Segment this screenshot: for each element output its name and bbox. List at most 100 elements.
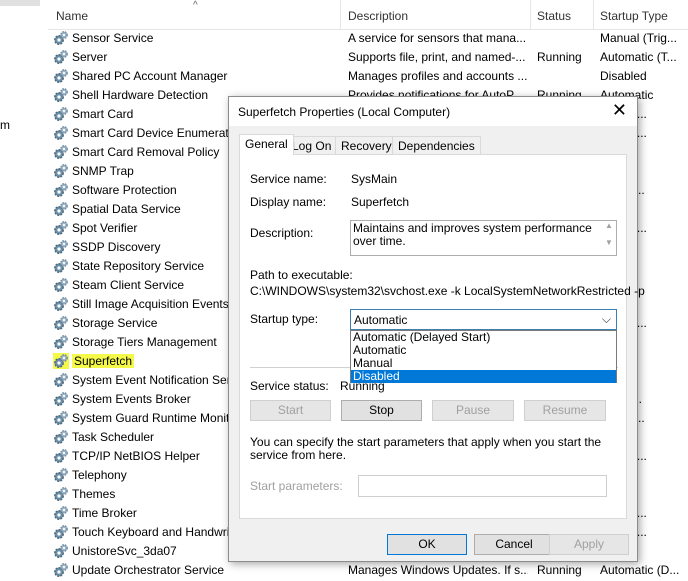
service-name-label: Service name:: [250, 172, 327, 186]
service-name: System Guard Runtime Monit: [72, 411, 230, 425]
gear-icon: [53, 562, 69, 578]
gear-icon: [53, 182, 69, 198]
service-name: Server: [72, 50, 108, 64]
gear-icon: [53, 334, 69, 350]
service-name: Still Image Acquisition Events: [72, 297, 229, 311]
service-name: System Event Notification Ser: [72, 373, 231, 387]
gear-icon: [53, 524, 69, 540]
ok-button[interactable]: OK: [387, 534, 467, 555]
gear-icon: [53, 277, 69, 293]
service-name: SSDP Discovery: [72, 240, 161, 254]
description-label: Description:: [250, 226, 314, 240]
table-row[interactable]: Update Orchestrator Service Manages Windo…: [48, 560, 688, 579]
gear-icon: [53, 372, 69, 388]
description-scrollbar[interactable]: ▲ ▼: [602, 221, 616, 255]
gear-icon: [53, 30, 69, 46]
service-name: Telephony: [72, 468, 127, 482]
service-startup: Manual (Trig...: [600, 31, 677, 45]
gear-icon: [53, 543, 69, 559]
service-description: Manages Windows Updates. If s...: [348, 563, 528, 577]
tab-dependencies[interactable]: Dependencies: [392, 136, 481, 154]
service-name: Shared PC Account Manager: [72, 69, 228, 83]
gear-icon: [53, 87, 69, 103]
service-name: Storage Service: [72, 316, 158, 330]
service-name: Steam Client Service: [72, 278, 185, 292]
gear-icon: [53, 391, 69, 407]
gear-icon: [53, 144, 69, 160]
pause-button[interactable]: Pause: [432, 400, 514, 421]
gear-icon: [53, 467, 69, 483]
service-description: Supports file, print, and named-...: [348, 50, 526, 64]
properties-dialog: Superfetch Properties (Local Computer) ✕…: [228, 96, 645, 562]
resume-button[interactable]: Resume: [524, 400, 606, 421]
service-startup: Disabled: [600, 69, 647, 83]
left-panel-text: m: [0, 118, 10, 132]
close-icon[interactable]: ✕: [612, 101, 627, 119]
gear-icon: [53, 239, 69, 255]
apply-button[interactable]: Apply: [549, 534, 629, 555]
description-field[interactable]: Maintains and improves system performanc…: [350, 220, 617, 256]
service-status: Running: [537, 50, 582, 64]
service-name: State Repository Service: [72, 259, 205, 273]
col-name[interactable]: Name: [56, 9, 88, 23]
startup-type-select[interactable]: Automatic ⌵: [350, 309, 617, 330]
option-disabled[interactable]: Disabled: [351, 370, 616, 383]
table-row[interactable]: Shared PC Account Manager Manages profile…: [48, 66, 688, 85]
service-name: Themes: [72, 487, 116, 501]
column-header: Name ^ Description Status Startup Type: [48, 0, 688, 30]
service-startup: Automatic (T...: [600, 50, 677, 64]
sort-arrow-icon: ^: [193, 0, 198, 11]
service-name: Shell Hardware Detection: [72, 88, 209, 102]
tab-recovery[interactable]: Recovery: [335, 136, 398, 154]
table-row[interactable]: Sensor Service A service for sensors that…: [48, 28, 688, 47]
gear-icon: [53, 220, 69, 236]
display-name-label: Display name:: [250, 195, 327, 209]
col-status[interactable]: Status: [537, 9, 571, 23]
gear-icon: [53, 410, 69, 426]
service-startup: Automatic (D...: [600, 563, 680, 577]
left-panel: m: [0, 0, 40, 581]
chevron-down-icon[interactable]: ⌵: [602, 312, 611, 327]
service-status: Running: [537, 563, 582, 577]
general-panel: Service name: SysMain Display name: Supe…: [239, 154, 645, 519]
stop-button[interactable]: Stop: [341, 400, 422, 421]
startup-type-dropdown: Automatic (Delayed Start) Automatic Manu…: [350, 330, 617, 383]
gear-icon: [53, 258, 69, 274]
service-name: Task Scheduler: [72, 430, 155, 444]
start-params-label: Start parameters:: [250, 479, 343, 493]
col-description[interactable]: Description: [348, 9, 408, 23]
service-description: Manages profiles and accounts ...: [348, 69, 528, 83]
col-startup-type[interactable]: Startup Type: [600, 9, 668, 23]
path-value: C:\WINDOWS\system32\svchost.exe -k Local…: [250, 284, 645, 298]
service-name: SNMP Trap: [72, 164, 134, 178]
service-name: System Events Broker: [72, 392, 191, 406]
service-name: TCP/IP NetBIOS Helper: [72, 449, 200, 463]
gear-icon: [53, 163, 69, 179]
description-text: Maintains and improves system performanc…: [353, 221, 592, 248]
gear-icon: [53, 315, 69, 331]
startup-type-value: Automatic: [354, 313, 408, 327]
service-name: Spatial Data Service: [72, 202, 181, 216]
service-name: UnistoreSvc_3da07: [72, 544, 177, 558]
service-name: Smart Card Device Enumeratio: [72, 126, 239, 140]
service-status-label: Service status:: [250, 379, 329, 393]
tab-log-on[interactable]: Log On: [286, 136, 338, 154]
cancel-button[interactable]: Cancel: [474, 534, 554, 555]
service-name: Spot Verifier: [72, 221, 138, 235]
service-name: Update Orchestrator Service: [72, 563, 225, 577]
start-button[interactable]: Start: [250, 400, 331, 421]
startup-type-label: Startup type:: [250, 312, 319, 326]
left-panel-scrollbar[interactable]: [0, 0, 40, 6]
service-name: Smart Card: [72, 107, 134, 121]
dialog-title: Superfetch Properties (Local Computer): [238, 105, 451, 119]
dialog-titlebar[interactable]: Superfetch Properties (Local Computer) ✕: [229, 97, 637, 126]
service-name: Superfetch: [72, 354, 135, 368]
service-description: A service for sensors that mana...: [348, 31, 527, 45]
gear-icon: [53, 448, 69, 464]
tab-general[interactable]: General: [239, 134, 294, 155]
start-params-input[interactable]: [358, 475, 607, 497]
service-name: Software Protection: [72, 183, 177, 197]
table-row[interactable]: Server Supports file, print, and named-..…: [48, 47, 688, 66]
service-name: Smart Card Removal Policy: [72, 145, 220, 159]
gear-icon: [53, 68, 69, 84]
